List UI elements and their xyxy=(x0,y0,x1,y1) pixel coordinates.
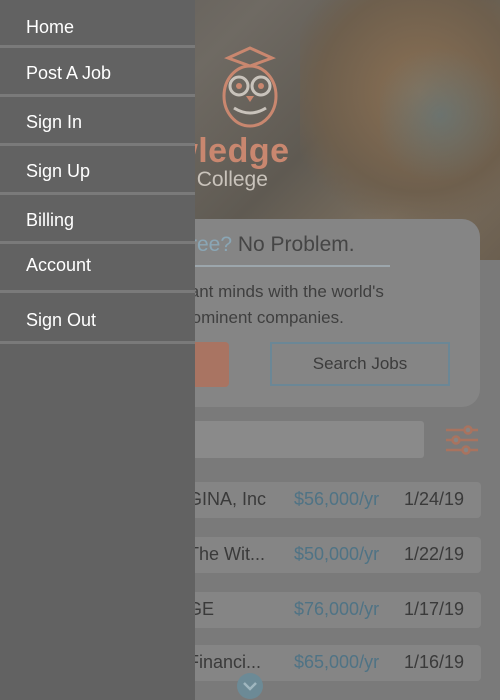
job-salary: $50,000/yr xyxy=(294,544,380,564)
intro-card: ree? No Problem. iant minds with the wor… xyxy=(150,219,480,407)
card-title-accent: ree? xyxy=(190,233,233,256)
job-salary: $65,000/yr xyxy=(294,652,380,672)
job-row[interactable]: The Wit... $50,000/yr 1/22/19 xyxy=(150,537,481,573)
menu-item-account[interactable]: Account xyxy=(0,244,195,293)
scroll-down-button[interactable] xyxy=(237,673,263,699)
navigation-drawer: Home Post A Job Sign In Sign Up Billing … xyxy=(0,0,195,700)
menu-item-home[interactable]: Home xyxy=(0,0,195,48)
chevron-down-icon xyxy=(243,682,257,691)
card-description-line: rominent companies. xyxy=(186,308,344,327)
post-job-button[interactable] xyxy=(190,342,229,387)
hero-photo-highlight xyxy=(380,40,500,190)
job-row[interactable]: GE $76,000/yr 1/17/19 xyxy=(150,592,481,628)
menu-item-sign-up[interactable]: Sign Up xyxy=(0,146,195,195)
menu-item-sign-in[interactable]: Sign In xyxy=(0,97,195,146)
job-company: The Wit... xyxy=(188,544,266,564)
search-jobs-button[interactable]: Search Jobs xyxy=(270,342,450,386)
filter-sliders-icon[interactable] xyxy=(444,424,480,456)
job-date: 1/17/19 xyxy=(404,599,465,619)
job-row[interactable]: Financi... $65,000/yr 1/16/19 xyxy=(150,645,481,681)
job-row[interactable]: GINA, Inc $56,000/yr 1/24/19 xyxy=(150,482,481,518)
menu-item-sign-out[interactable]: Sign Out xyxy=(0,293,195,344)
job-date: 1/24/19 xyxy=(404,489,465,509)
job-company: GINA, Inc xyxy=(188,489,267,509)
job-date: 1/22/19 xyxy=(404,544,465,564)
job-company: Financi... xyxy=(188,652,262,672)
owl-logo-icon xyxy=(222,46,278,128)
card-divider xyxy=(190,265,390,267)
card-description-line: iant minds with the world's xyxy=(186,282,384,301)
menu-item-billing[interactable]: Billing xyxy=(0,195,195,244)
menu-item-post-a-job[interactable]: Post A Job xyxy=(0,48,195,97)
card-title: ree? No Problem. xyxy=(190,233,355,257)
card-description: iant minds with the world's rominent com… xyxy=(186,279,476,331)
job-salary: $76,000/yr xyxy=(294,599,380,619)
job-salary: $56,000/yr xyxy=(294,489,380,509)
job-date: 1/16/19 xyxy=(404,652,465,672)
card-title-rest: No Problem. xyxy=(237,233,355,256)
search-input[interactable] xyxy=(160,421,424,458)
